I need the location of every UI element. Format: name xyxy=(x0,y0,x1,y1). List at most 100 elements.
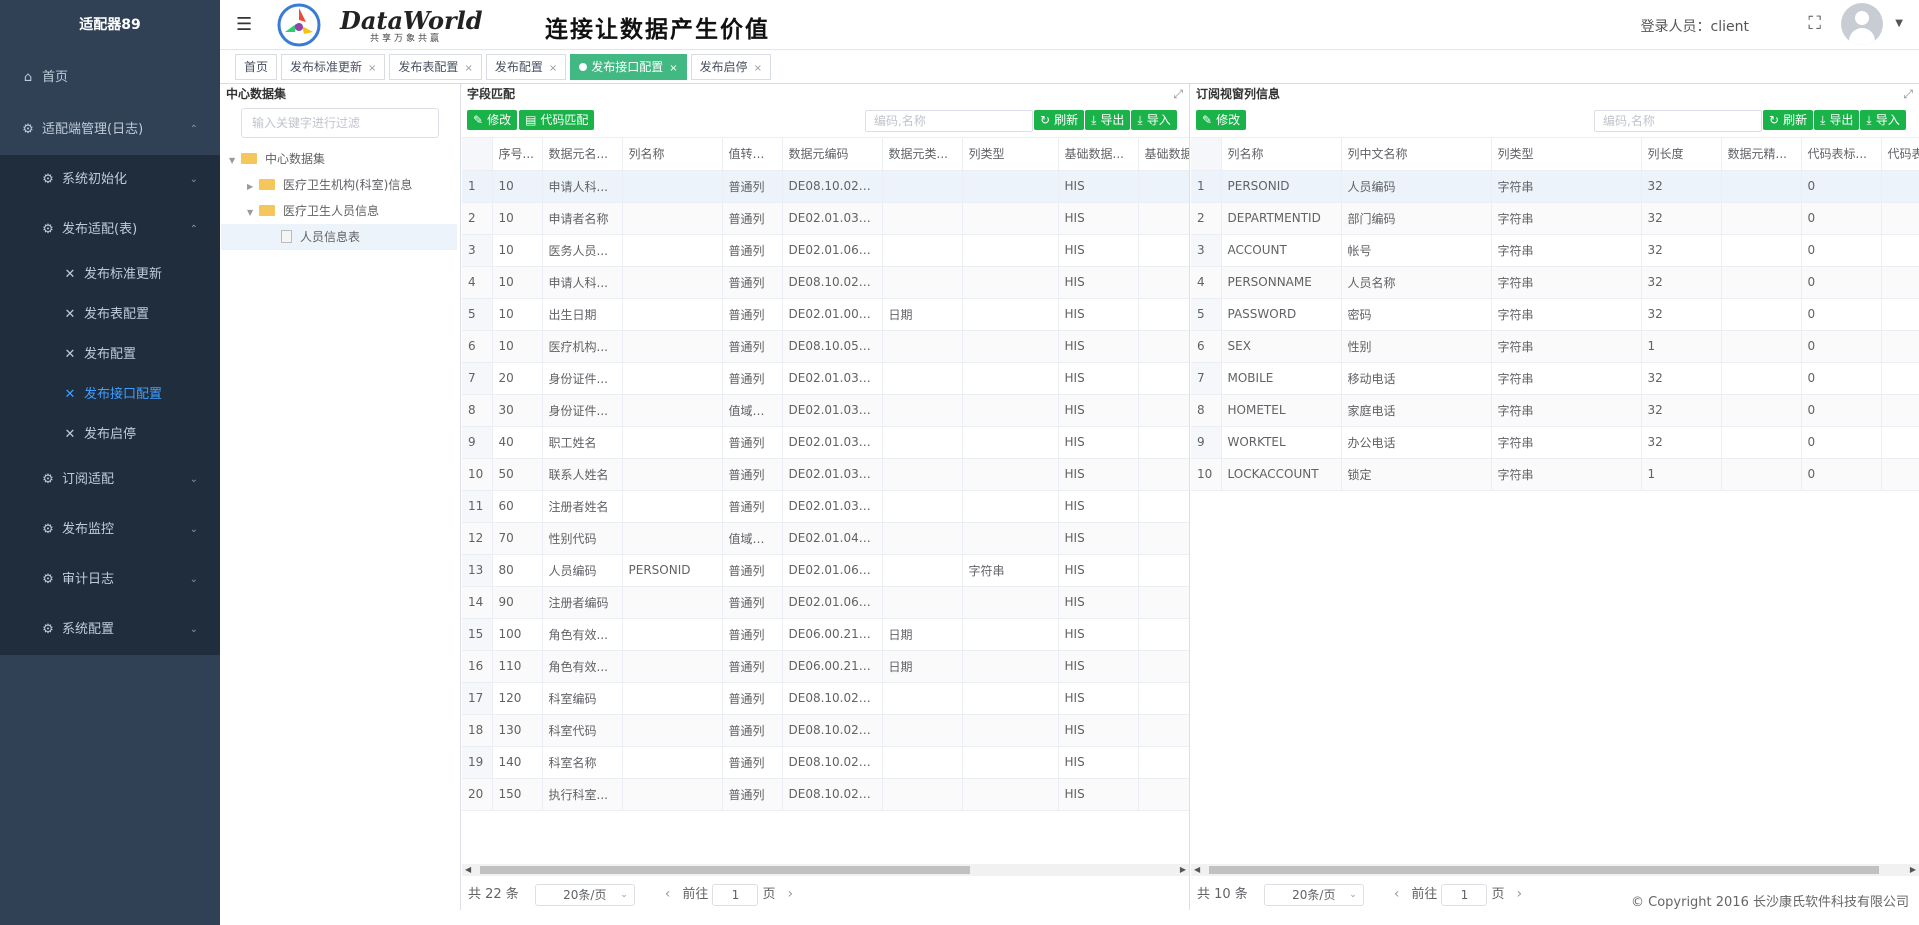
tree-node-staff-table[interactable]: 人员信息表 xyxy=(221,224,457,250)
table-row[interactable]: 18 130 科室代码 普通列 DE08.10.025.01 HIS xyxy=(462,714,1189,747)
sidebar-item-subscribe-adapter[interactable]: ⚙ 订阅适配 ⌄ xyxy=(0,455,220,505)
next-page-icon[interactable]: › xyxy=(787,879,793,909)
table-row[interactable]: 3 10 医务人员... 普通列 DE02.01.062.61 HIS xyxy=(462,234,1189,267)
table-row[interactable]: 2 DEPARTMENTID 部门编码 字符串 32 0 xyxy=(1191,202,1919,235)
table-row[interactable]: 14 90 注册者编码 普通列 DE02.01.062.29 HIS xyxy=(462,586,1189,619)
page-size-select[interactable]: 20条/页 ⌄ xyxy=(1263,883,1364,906)
table-row[interactable]: 9 40 职工姓名 普通列 DE02.01.039.00 HIS xyxy=(462,426,1189,459)
column-header[interactable] xyxy=(462,138,493,171)
sidebar-item-audit-log[interactable]: ⚙ 审计日志 ⌄ xyxy=(0,555,220,605)
scrollbar-thumb[interactable] xyxy=(480,866,970,874)
table-row[interactable]: 15 100 角色有效... 普通列 DE06.00.218.14 日期 HIS xyxy=(462,618,1189,651)
export-button[interactable]: ⤓ 导出 xyxy=(1085,110,1131,130)
close-icon[interactable]: × xyxy=(669,63,677,74)
page-size-select[interactable]: 20条/页 ⌄ xyxy=(534,883,635,906)
import-button[interactable]: ⤓ 导入 xyxy=(1131,110,1177,130)
column-header[interactable]: 数据元编码 xyxy=(782,138,883,171)
sidebar-item-home[interactable]: ⌂ 首页 xyxy=(0,50,220,105)
table-row[interactable]: 2 10 申请者名称 普通列 DE02.01.039.90 HIS xyxy=(462,202,1189,235)
table-row[interactable]: 1 10 申请人科... 普通列 DE08.10.026.32 HIS xyxy=(462,170,1189,203)
table-row[interactable]: 7 MOBILE 移动电话 字符串 32 0 xyxy=(1191,362,1919,395)
column-header[interactable]: 序号... xyxy=(492,138,543,171)
close-icon[interactable]: × xyxy=(368,63,376,74)
table-row[interactable]: 10 LOCKACCOUNT 锁定 字符串 1 0 xyxy=(1191,458,1919,491)
maximize-icon[interactable]: ⤢ xyxy=(1173,84,1183,104)
avatar[interactable] xyxy=(1841,3,1883,45)
tag-publish-interface-config[interactable]: 发布接口配置 × xyxy=(570,54,687,80)
sidebar-item-adapter-management[interactable]: ⚙ 适配端管理(日志) ⌃ xyxy=(0,105,220,155)
sidebar-item-system-config[interactable]: ⚙ 系统配置 ⌄ xyxy=(0,605,220,655)
caret-down-icon[interactable]: ▼ xyxy=(1895,18,1903,29)
horizontal-scrollbar[interactable]: ◀ ▶ xyxy=(1191,864,1919,876)
search-input[interactable] xyxy=(1594,110,1762,132)
table-row[interactable]: 5 PASSWORD 密码 字符串 32 0 xyxy=(1191,298,1919,331)
table-row[interactable]: 4 PERSONNAME 人员名称 字符串 32 0 xyxy=(1191,266,1919,299)
sidebar-item-publish-interface-config[interactable]: ✕ 发布接口配置 xyxy=(0,375,220,415)
caret-right-icon[interactable]: ▶ xyxy=(247,174,259,200)
table-row[interactable]: 9 WORKTEL 办公电话 字符串 32 0 xyxy=(1191,426,1919,459)
column-header[interactable]: 代码表 xyxy=(1881,138,1919,171)
sidebar-item-publish-adapter[interactable]: ⚙ 发布适配(表) ⌃ xyxy=(0,205,220,255)
column-header[interactable]: 值转换... xyxy=(722,138,783,171)
table-row[interactable]: 6 SEX 性别 字符串 1 0 xyxy=(1191,330,1919,363)
column-header[interactable]: 代码表标... xyxy=(1801,138,1882,171)
tree-node-staff[interactable]: ▼ 医疗卫生人员信息 xyxy=(221,198,457,224)
column-header[interactable]: 列中文名称 xyxy=(1341,138,1492,171)
sidebar-item-publish-start-stop[interactable]: ✕ 发布启停 xyxy=(0,415,220,455)
edit-button[interactable]: ✎ 修改 xyxy=(1196,110,1247,130)
table-row[interactable]: 12 70 性别代码 值域值... DE02.01.040.00 HIS xyxy=(462,522,1189,555)
tag-home[interactable]: 首页 xyxy=(235,54,278,80)
maximize-icon[interactable]: ⤢ xyxy=(1903,84,1913,104)
table-row[interactable]: 10 50 联系人姓名 普通列 DE02.01.039.02 HIS xyxy=(462,458,1189,491)
close-icon[interactable]: × xyxy=(549,63,557,74)
page-input[interactable]: 1 xyxy=(1441,883,1488,906)
table-row[interactable]: 6 10 医疗机构... 普通列 DE08.10.052.00 HIS xyxy=(462,330,1189,363)
table-row[interactable]: 7 20 身份证件... 普通列 DE02.01.030.00 HIS xyxy=(462,362,1189,395)
tree-node-org[interactable]: ▶ 医疗卫生机构(科室)信息 xyxy=(221,172,457,198)
caret-down-icon[interactable]: ▼ xyxy=(247,200,259,226)
scroll-left-icon[interactable]: ◀ xyxy=(465,864,471,876)
hamburger-icon[interactable]: ☰ xyxy=(236,14,252,35)
table-row[interactable]: 13 80 人员编码 PERSONID 普通列 DE02.01.062.00 字符串 HIS xyxy=(462,554,1189,587)
tag-publish-start-stop[interactable]: 发布启停 × xyxy=(690,54,772,80)
column-header[interactable]: 基础数据... xyxy=(1058,138,1139,171)
table-row[interactable]: 17 120 科室编码 普通列 DE08.10.025.00 HIS xyxy=(462,682,1189,715)
sidebar-item-publish-standard-update[interactable]: ✕ 发布标准更新 xyxy=(0,255,220,295)
column-header[interactable] xyxy=(1191,138,1222,171)
code-match-button[interactable]: ▤ 代码匹配 xyxy=(519,110,595,130)
table-row[interactable]: 20 150 执行科室... 普通列 DE08.10.026.30 HIS xyxy=(462,778,1189,811)
column-header[interactable]: 数据元类... xyxy=(882,138,963,171)
scrollbar-thumb[interactable] xyxy=(1209,866,1879,874)
sidebar-item-system-init[interactable]: ⚙ 系统初始化 ⌄ xyxy=(0,155,220,205)
table-row[interactable]: 11 60 注册者姓名 普通列 DE02.01.039.19 HIS xyxy=(462,490,1189,523)
scroll-left-icon[interactable]: ◀ xyxy=(1194,864,1200,876)
tree-filter-input[interactable] xyxy=(241,108,439,138)
scroll-right-icon[interactable]: ▶ xyxy=(1180,864,1186,876)
table-row[interactable]: 5 10 出生日期 普通列 DE02.01.005.01 日期 HIS xyxy=(462,298,1189,331)
table-row[interactable]: 3 ACCOUNT 帐号 字符串 32 0 xyxy=(1191,234,1919,267)
scroll-right-icon[interactable]: ▶ xyxy=(1910,864,1916,876)
import-button[interactable]: ⤓ 导入 xyxy=(1860,110,1906,130)
tag-publish-config[interactable]: 发布配置 × xyxy=(485,54,567,80)
column-header[interactable]: 数据元名... xyxy=(542,138,623,171)
column-header[interactable]: 列名称 xyxy=(622,138,723,171)
refresh-button[interactable]: ↻ 刷新 xyxy=(1763,110,1814,130)
column-header[interactable]: 列名称 xyxy=(1221,138,1342,171)
search-input[interactable] xyxy=(865,110,1033,132)
edit-button[interactable]: ✎ 修改 xyxy=(467,110,518,130)
sidebar-item-publish-monitor[interactable]: ⚙ 发布监控 ⌄ xyxy=(0,505,220,555)
prev-page-icon[interactable]: ‹ xyxy=(665,879,671,909)
horizontal-scrollbar[interactable]: ◀ ▶ xyxy=(462,864,1189,876)
table-row[interactable]: 4 10 申请人科... 普通列 DE08.10.025.23 HIS xyxy=(462,266,1189,299)
close-icon[interactable]: × xyxy=(464,63,472,74)
column-header[interactable]: 列长度 xyxy=(1641,138,1722,171)
column-header[interactable]: 基础数据 xyxy=(1138,138,1189,171)
refresh-button[interactable]: ↻ 刷新 xyxy=(1034,110,1085,130)
table-row[interactable]: 8 30 身份证件... 值域值... DE02.01.031.00 HIS xyxy=(462,394,1189,427)
close-icon[interactable]: × xyxy=(754,63,762,74)
export-button[interactable]: ⤓ 导出 xyxy=(1814,110,1860,130)
table-row[interactable]: 16 110 角色有效... 普通列 DE06.00.218.15 日期 HIS xyxy=(462,650,1189,683)
sidebar-item-publish-table-config[interactable]: ✕ 发布表配置 xyxy=(0,295,220,335)
tag-publish-table-config[interactable]: 发布表配置 × xyxy=(389,54,482,80)
table-row[interactable]: 19 140 科室名称 普通列 DE08.10.026.00 HIS xyxy=(462,746,1189,779)
